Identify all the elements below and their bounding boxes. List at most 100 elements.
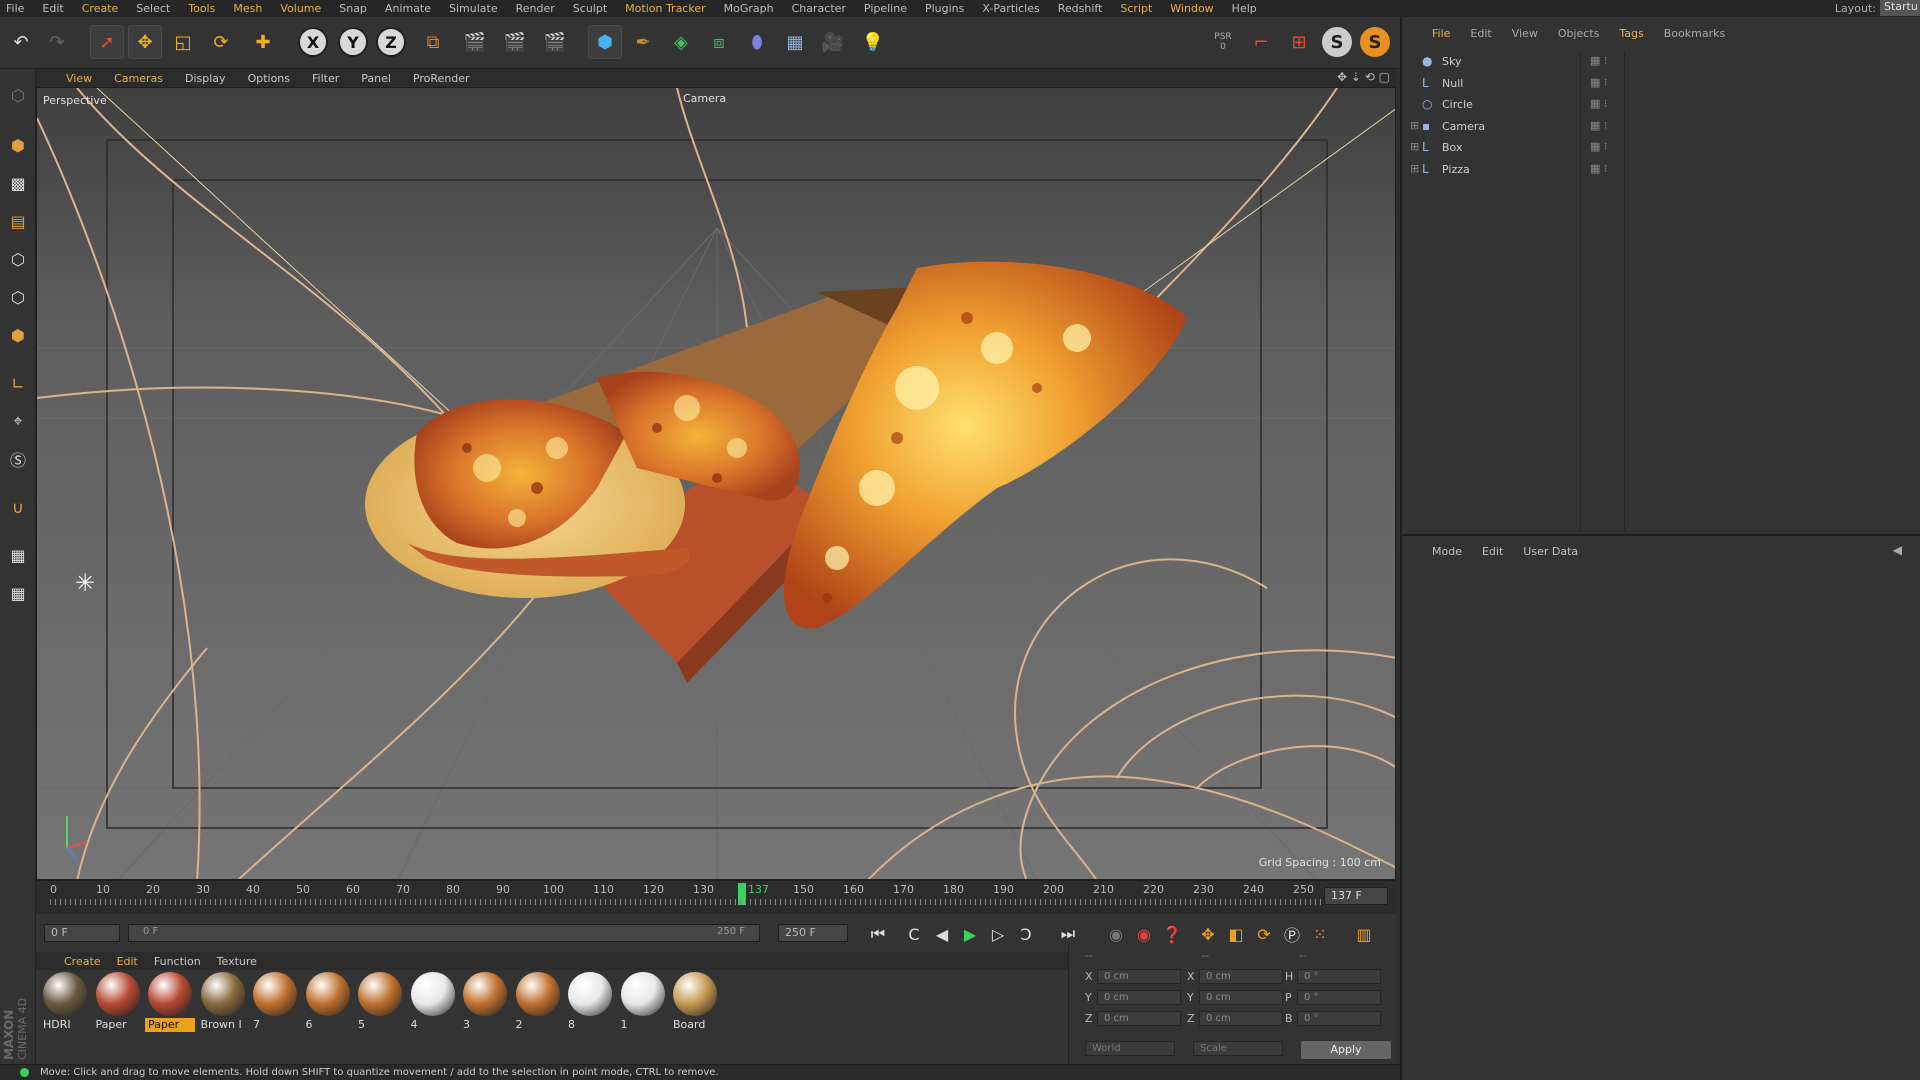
- menu-pipeline[interactable]: Pipeline: [864, 2, 907, 15]
- snap-button[interactable]: ⌐: [1244, 25, 1278, 59]
- menu-sculpt[interactable]: Sculpt: [573, 2, 607, 15]
- viewport-menu-panel[interactable]: Panel: [361, 72, 391, 85]
- menu-window[interactable]: Window: [1170, 2, 1213, 15]
- z-axis-lock-button[interactable]: Z: [376, 27, 406, 57]
- record-scale-button[interactable]: ◧: [1224, 922, 1248, 946]
- object-row[interactable]: ⊞ L Box ▦ ⁝: [1410, 137, 1920, 158]
- menu-render[interactable]: Render: [516, 2, 555, 15]
- visibility-toggle-icon[interactable]: ▦ ⁝: [1590, 97, 1607, 110]
- polygons-mode-button[interactable]: ⬢: [4, 321, 32, 349]
- material-swatch[interactable]: 4: [408, 970, 458, 1034]
- om-menu-view[interactable]: View: [1512, 27, 1538, 40]
- array-button[interactable]: ⧈: [702, 25, 736, 59]
- next-frame-button[interactable]: ▷: [986, 922, 1010, 946]
- expand-icon[interactable]: ⊞: [1410, 140, 1419, 153]
- record-parameter-button[interactable]: Ⓟ: [1280, 922, 1304, 946]
- solo-button[interactable]: Ⓢ: [4, 445, 32, 473]
- size-field[interactable]: 0 cm: [1199, 1011, 1283, 1026]
- texture-mode-button[interactable]: ▩: [4, 169, 32, 197]
- workplane-mode-button[interactable]: ▤: [4, 207, 32, 235]
- psr-button[interactable]: PSR 0: [1206, 25, 1240, 59]
- object-row[interactable]: L Null ▦ ⁝: [1410, 73, 1920, 94]
- preview-range-slider[interactable]: 0 F 250 F: [128, 924, 760, 942]
- visibility-toggle-icon[interactable]: ▦ ⁝: [1590, 162, 1607, 175]
- timeline-ruler[interactable]: 0 10 20 30 40 50 60 70 80 90 100 110 120…: [36, 880, 1396, 914]
- workplane-button[interactable]: ⊞: [1282, 25, 1316, 59]
- planar-workplane-button[interactable]: ▦: [4, 579, 32, 607]
- enable-snap-button[interactable]: ∪: [4, 493, 32, 521]
- edges-mode-button[interactable]: ⬡: [4, 283, 32, 311]
- size-mode-dropdown[interactable]: Scale: [1193, 1041, 1283, 1056]
- viewport-menu-prorender[interactable]: ProRender: [413, 72, 470, 85]
- am-menu-edit[interactable]: Edit: [1482, 545, 1503, 558]
- rotation-field[interactable]: 0 °: [1297, 990, 1381, 1005]
- menu-script[interactable]: Script: [1120, 2, 1152, 15]
- live-selection-button[interactable]: ➚: [90, 25, 124, 59]
- material-menu-create[interactable]: Create: [64, 955, 101, 968]
- floor-button[interactable]: ▦: [778, 25, 812, 59]
- move-tool-button[interactable]: ✥: [128, 25, 162, 59]
- om-menu-tags[interactable]: Tags: [1619, 27, 1643, 40]
- material-swatch[interactable]: 7: [250, 970, 300, 1034]
- points-mode-button[interactable]: ⬡: [4, 245, 32, 273]
- material-swatch[interactable]: Paper: [93, 970, 143, 1034]
- visibility-toggle-icon[interactable]: ▦ ⁝: [1590, 140, 1607, 153]
- size-field[interactable]: 0 cm: [1199, 969, 1283, 984]
- max-time-field[interactable]: 250 F: [778, 924, 848, 942]
- menu-plugins[interactable]: Plugins: [925, 2, 964, 15]
- material-swatch[interactable]: 6: [303, 970, 353, 1034]
- menu-character[interactable]: Character: [792, 2, 846, 15]
- goto-previous-key-button[interactable]: Ⅽ: [902, 922, 926, 946]
- make-editable-button[interactable]: ⬡: [4, 81, 32, 109]
- material-swatch[interactable]: 2: [513, 970, 563, 1034]
- 3d-viewport[interactable]: ✳ Perspective Camera Grid Spacing: 100 …: [36, 87, 1396, 880]
- spline-pen-button[interactable]: ✒: [626, 25, 660, 59]
- deformer-button[interactable]: ⬮: [740, 25, 774, 59]
- redo-button[interactable]: ↷: [40, 25, 74, 59]
- menu-help[interactable]: Help: [1232, 2, 1257, 15]
- script-s-button[interactable]: S: [1322, 27, 1352, 57]
- size-field[interactable]: 0 cm: [1199, 990, 1283, 1005]
- menu-animate[interactable]: Animate: [385, 2, 431, 15]
- menu-select[interactable]: Select: [136, 2, 170, 15]
- object-row[interactable]: ○ Circle ▦ ⁝: [1410, 94, 1920, 115]
- expand-icon[interactable]: ⊞: [1410, 119, 1419, 132]
- object-row[interactable]: ⊞ ▪ Camera ▦ ⁝: [1410, 116, 1920, 137]
- material-swatch[interactable]: 8: [565, 970, 615, 1034]
- min-time-field[interactable]: 0 F: [44, 924, 120, 942]
- rotation-field[interactable]: 0 °: [1297, 1011, 1381, 1026]
- render-settings-button[interactable]: 🎬: [538, 25, 572, 59]
- lock-workplane-button[interactable]: ▦: [4, 541, 32, 569]
- om-menu-bookmarks[interactable]: Bookmarks: [1664, 27, 1725, 40]
- tweak-mode-button[interactable]: ⌖: [4, 407, 32, 435]
- coordinate-system-dropdown[interactable]: World: [1085, 1041, 1175, 1056]
- expand-icon[interactable]: ⊞: [1410, 162, 1419, 175]
- rotation-field[interactable]: 0 °: [1297, 969, 1381, 984]
- goto-end-button[interactable]: ⏭: [1056, 922, 1080, 946]
- viewport-menu-options[interactable]: Options: [248, 72, 290, 85]
- material-swatch[interactable]: Brown I: [198, 970, 248, 1034]
- material-menu-texture[interactable]: Texture: [217, 955, 257, 968]
- material-swatch[interactable]: 5: [355, 970, 405, 1034]
- am-menu-mode[interactable]: Mode: [1432, 545, 1462, 558]
- material-swatch[interactable]: 1: [618, 970, 668, 1034]
- render-view-button[interactable]: 🎬: [458, 25, 492, 59]
- material-swatch[interactable]: HDRI: [40, 970, 90, 1034]
- menu-edit[interactable]: Edit: [42, 2, 63, 15]
- object-row[interactable]: ● Sky ▦ ⁝: [1410, 51, 1920, 72]
- visibility-toggle-icon[interactable]: ▦ ⁝: [1590, 119, 1607, 132]
- viewport-menu-cameras[interactable]: Cameras: [114, 72, 163, 85]
- camera-button[interactable]: 🎥: [816, 25, 850, 59]
- menu-mograph[interactable]: MoGraph: [724, 2, 774, 15]
- x-axis-lock-button[interactable]: X: [298, 27, 328, 57]
- material-menu-function[interactable]: Function: [154, 955, 201, 968]
- om-menu-objects[interactable]: Objects: [1558, 27, 1600, 40]
- om-menu-file[interactable]: File: [1432, 27, 1450, 40]
- record-rotation-button[interactable]: ⟳: [1252, 922, 1276, 946]
- position-field[interactable]: 0 cm: [1097, 990, 1181, 1005]
- viewport-nav-icons[interactable]: ✥ ⇣ ⟲ ▢: [1337, 70, 1390, 84]
- material-swatch[interactable]: Board: [670, 970, 720, 1034]
- material-swatch[interactable]: Paper: [145, 970, 195, 1034]
- menu-volume[interactable]: Volume: [280, 2, 321, 15]
- visibility-toggle-icon[interactable]: ▦ ⁝: [1590, 54, 1607, 67]
